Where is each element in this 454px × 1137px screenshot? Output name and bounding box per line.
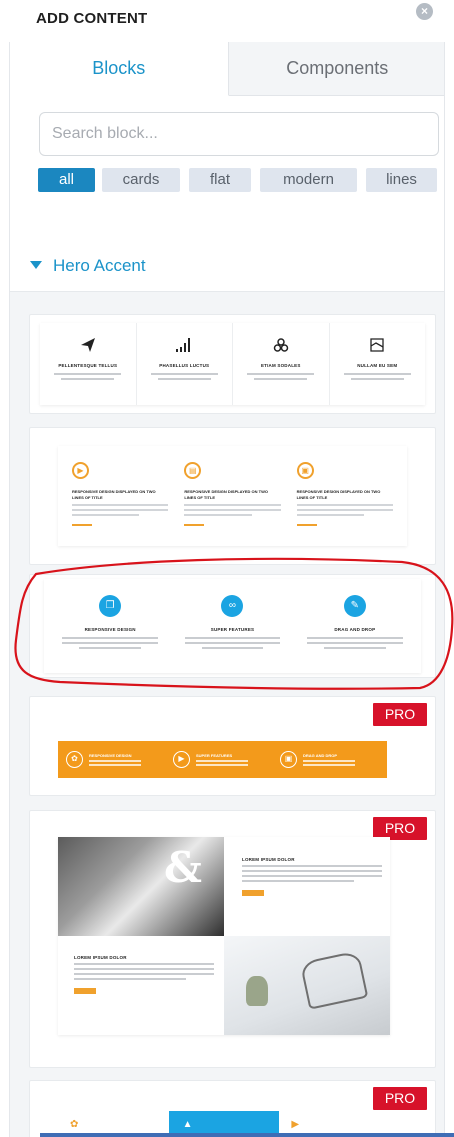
flag-icon	[370, 338, 384, 352]
read-more-button	[242, 890, 264, 896]
feature-title: NULLAM EU SEM	[357, 363, 398, 368]
tab-blocks[interactable]: Blocks	[10, 42, 229, 96]
block-three-feature-blue-circles[interactable]: ❐ RESPONSIVE DESIGN ∞ SUPER FEATURES ✎ D…	[29, 574, 436, 678]
panel-title: ADD CONTENT	[36, 10, 148, 27]
cart-icon: ▲	[182, 1119, 193, 1130]
pro-badge: PRO	[373, 1087, 427, 1110]
filter-flat[interactable]: flat	[189, 168, 251, 192]
block-heading: LOREM IPSUM DOLOR	[242, 857, 295, 862]
section-title: Hero Accent	[53, 256, 146, 275]
search-input[interactable]	[39, 112, 439, 156]
filter-area: all cards flat modern lines	[10, 96, 444, 260]
section-hero-accent[interactable]: Hero Accent	[10, 240, 444, 292]
caret-down-icon	[30, 261, 42, 269]
feature-title: RESPONSIVE DESIGN DISPLAYED ON TWO LINES…	[72, 489, 156, 500]
block-photo-text-grid[interactable]: PRO & LOREM IPSUM DOLOR LOREM IPSUM DOLO…	[29, 810, 436, 1068]
block-partial-icon-row[interactable]: PRO ✿ ▲ ▶	[29, 1080, 436, 1137]
read-more-button	[74, 988, 96, 994]
tab-bar: Blocks Components	[10, 42, 444, 96]
feature-title: RESPONSIVE DESIGN	[84, 627, 136, 632]
block-orange-feature-bar[interactable]: PRO ✿ RESPONSIVE DESIGN ▶ SUPER FEATURES…	[29, 696, 436, 796]
paper-plane-icon	[80, 338, 95, 352]
play-icon: ▶	[173, 751, 190, 768]
taskbar-edge	[40, 1133, 454, 1137]
signal-bars-icon	[176, 338, 191, 352]
block-heading: LOREM IPSUM DOLOR	[74, 955, 127, 960]
tab-components[interactable]: Components	[228, 42, 444, 96]
cookie-icon: ✿	[66, 751, 83, 768]
feature-title: RESPONSIVE DESIGN	[89, 753, 132, 758]
feature-title: RESPONSIVE DESIGN DISPLAYED ON TWO LINES…	[184, 489, 268, 500]
play-icon: ▶	[291, 1119, 300, 1130]
cookie-icon: ✿	[70, 1119, 79, 1130]
filter-lines[interactable]: lines	[366, 168, 437, 192]
play-icon: ▶	[72, 462, 89, 479]
link-icon: ∞	[221, 595, 244, 617]
feature-title: SUPER FEATURES	[196, 753, 233, 758]
image-icon: ▣	[296, 462, 314, 479]
cart-icon: ▤	[184, 462, 202, 479]
filter-cards[interactable]: cards	[102, 168, 180, 192]
image-icon: ▣	[280, 751, 297, 768]
pro-badge: PRO	[373, 703, 427, 726]
copy-icon: ❐	[99, 595, 122, 617]
feature-title: PHASELLUS LUCTUS	[159, 363, 210, 368]
block-list: PELLENTESQUE TELLUS PHASELLUS LUCTUS ETI…	[10, 292, 444, 1137]
feature-title: DRAG AND DROP	[303, 753, 338, 758]
filter-all[interactable]: all	[38, 168, 95, 192]
feature-title: RESPONSIVE DESIGN DISPLAYED ON TWO LINES…	[296, 489, 381, 500]
add-content-panel: Blocks Components all cards flat modern …	[9, 42, 445, 1137]
cookie-icon	[273, 338, 288, 352]
filter-modern[interactable]: modern	[260, 168, 357, 192]
decor-photo: &	[58, 837, 224, 936]
basket-photo	[224, 936, 390, 1035]
ampersand-art: &	[164, 843, 202, 892]
block-four-feature-columns[interactable]: PELLENTESQUE TELLUS PHASELLUS LUCTUS ETI…	[29, 314, 436, 414]
close-icon[interactable]: ×	[416, 3, 433, 20]
feature-title: DRAG AND DROP	[334, 627, 376, 632]
wrench-icon: ✎	[343, 595, 366, 617]
feature-title: ETIAM SODALES	[260, 363, 301, 368]
feature-title: PELLENTESQUE TELLUS	[58, 363, 118, 368]
feature-title: SUPER FEATURES	[210, 627, 255, 632]
block-three-feature-orange-outline[interactable]: ▶ RESPONSIVE DESIGN DISPLAYED ON TWO LIN…	[29, 427, 436, 565]
panel-header: ADD CONTENT ×	[0, 0, 454, 40]
